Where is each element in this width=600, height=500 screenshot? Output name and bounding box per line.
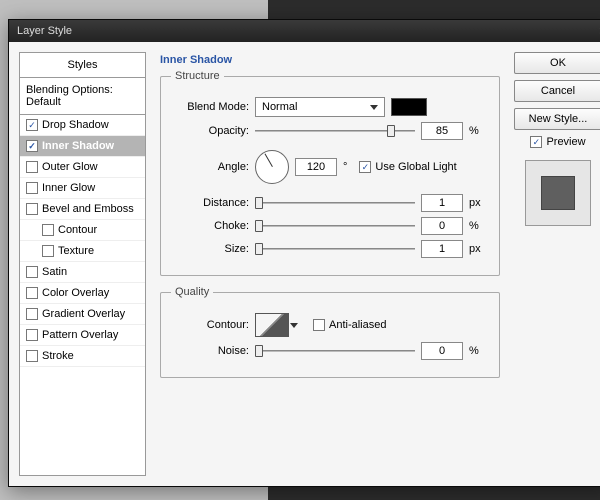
choke-unit: % <box>469 220 489 232</box>
style-item-pattern-overlay[interactable]: Pattern Overlay <box>20 325 145 346</box>
style-item-label: Gradient Overlay <box>42 308 125 320</box>
style-item-label: Drop Shadow <box>42 119 109 131</box>
checkbox-icon[interactable] <box>26 182 38 194</box>
size-unit: px <box>469 243 489 255</box>
color-swatch[interactable] <box>391 98 427 116</box>
style-item-label: Outer Glow <box>42 161 98 173</box>
blend-mode-select[interactable]: Normal <box>255 97 385 117</box>
style-item-color-overlay[interactable]: Color Overlay <box>20 283 145 304</box>
checkbox-icon[interactable] <box>26 119 38 131</box>
checkbox-icon[interactable] <box>26 308 38 320</box>
opacity-input[interactable]: 85 <box>421 122 463 140</box>
style-item-label: Contour <box>58 224 97 236</box>
angle-input[interactable]: 120 <box>295 158 337 176</box>
style-item-label: Texture <box>58 245 94 257</box>
checkbox-icon[interactable] <box>26 203 38 215</box>
blend-mode-label: Blend Mode: <box>171 101 249 113</box>
distance-slider[interactable] <box>255 196 415 210</box>
style-item-label: Bevel and Emboss <box>42 203 134 215</box>
size-input[interactable]: 1 <box>421 240 463 258</box>
style-item-bevel-and-emboss[interactable]: Bevel and Emboss <box>20 199 145 220</box>
style-item-outer-glow[interactable]: Outer Glow <box>20 157 145 178</box>
style-item-label: Inner Shadow <box>42 140 114 152</box>
opacity-label: Opacity: <box>171 125 249 137</box>
noise-slider[interactable] <box>255 344 415 358</box>
distance-label: Distance: <box>171 197 249 209</box>
structure-legend: Structure <box>171 70 224 82</box>
cancel-button[interactable]: Cancel <box>514 80 600 102</box>
choke-input[interactable]: 0 <box>421 217 463 235</box>
checkbox-icon[interactable] <box>26 161 38 173</box>
style-item-stroke[interactable]: Stroke <box>20 346 145 367</box>
blending-options[interactable]: Blending Options: Default <box>20 78 145 115</box>
checkbox-icon[interactable] <box>26 266 38 278</box>
opacity-slider[interactable] <box>255 124 415 138</box>
style-item-label: Stroke <box>42 350 74 362</box>
styles-header[interactable]: Styles <box>20 53 145 78</box>
contour-label: Contour: <box>171 319 249 331</box>
noise-input[interactable]: 0 <box>421 342 463 360</box>
structure-group: Structure Blend Mode: Normal Opacity: 85 <box>160 70 500 276</box>
quality-legend: Quality <box>171 286 213 298</box>
choke-label: Choke: <box>171 220 249 232</box>
opacity-unit: % <box>469 125 489 137</box>
checkbox-icon[interactable] <box>42 224 54 236</box>
style-item-inner-shadow[interactable]: Inner Shadow <box>20 136 145 157</box>
angle-unit: ° <box>343 161 347 173</box>
distance-unit: px <box>469 197 489 209</box>
global-light-checkbox[interactable]: Use Global Light <box>359 161 456 173</box>
size-label: Size: <box>171 243 249 255</box>
style-item-satin[interactable]: Satin <box>20 262 145 283</box>
chevron-down-icon <box>290 323 298 328</box>
checkbox-icon[interactable] <box>42 245 54 257</box>
preview-swatch <box>525 160 591 226</box>
window-title: Layer Style <box>17 25 72 37</box>
distance-input[interactable]: 1 <box>421 194 463 212</box>
quality-group: Quality Contour: Anti-aliased Noise: 0 % <box>160 286 500 378</box>
settings-area: Inner Shadow Structure Blend Mode: Norma… <box>154 52 506 476</box>
layer-style-dialog: Layer Style × Styles Blending Options: D… <box>8 19 600 487</box>
choke-slider[interactable] <box>255 219 415 233</box>
checkbox-icon <box>359 161 371 173</box>
ok-button[interactable]: OK <box>514 52 600 74</box>
angle-dial[interactable] <box>255 150 289 184</box>
contour-picker[interactable] <box>255 313 289 337</box>
checkbox-icon[interactable] <box>26 329 38 341</box>
style-item-inner-glow[interactable]: Inner Glow <box>20 178 145 199</box>
anti-aliased-checkbox[interactable]: Anti-aliased <box>313 319 386 331</box>
chevron-down-icon <box>370 105 378 110</box>
style-item-drop-shadow[interactable]: Drop Shadow <box>20 115 145 136</box>
style-item-gradient-overlay[interactable]: Gradient Overlay <box>20 304 145 325</box>
style-item-label: Satin <box>42 266 67 278</box>
new-style-button[interactable]: New Style... <box>514 108 600 130</box>
size-slider[interactable] <box>255 242 415 256</box>
titlebar[interactable]: Layer Style × <box>9 20 600 42</box>
style-item-label: Pattern Overlay <box>42 329 118 341</box>
checkbox-icon <box>530 136 542 148</box>
preview-checkbox[interactable]: Preview <box>530 136 585 148</box>
style-item-texture[interactable]: Texture <box>20 241 145 262</box>
noise-label: Noise: <box>171 345 249 357</box>
style-item-contour[interactable]: Contour <box>20 220 145 241</box>
styles-panel: Styles Blending Options: Default Drop Sh… <box>19 52 146 476</box>
checkbox-icon <box>313 319 325 331</box>
button-column: OK Cancel New Style... Preview <box>514 52 600 476</box>
section-title: Inner Shadow <box>160 54 500 66</box>
checkbox-icon[interactable] <box>26 140 38 152</box>
style-item-label: Inner Glow <box>42 182 95 194</box>
noise-unit: % <box>469 345 489 357</box>
angle-label: Angle: <box>171 161 249 173</box>
checkbox-icon[interactable] <box>26 287 38 299</box>
checkbox-icon[interactable] <box>26 350 38 362</box>
style-item-label: Color Overlay <box>42 287 109 299</box>
